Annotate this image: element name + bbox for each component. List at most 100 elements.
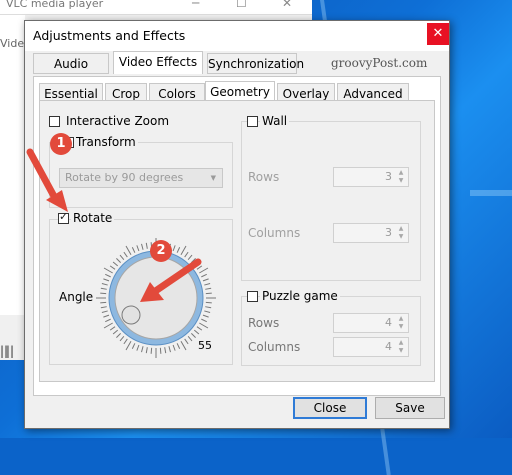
wall-rows-label: Rows: [248, 170, 280, 184]
dial-tick: [101, 283, 108, 286]
puzzle-rows-value: 4: [385, 316, 392, 329]
dial-tick: [125, 341, 132, 351]
dial-tick: [199, 267, 209, 274]
dial-tick: [193, 261, 200, 267]
dial-tick: [180, 245, 187, 255]
dial-tick: [202, 314, 209, 318]
dial-tick: [123, 251, 128, 258]
puzzle-columns-spinbox[interactable]: 4 ▲ ▼: [333, 337, 409, 357]
rotate-label: Rotate: [71, 211, 115, 225]
dial-tick: [196, 326, 203, 331]
angle-label: Angle: [59, 290, 94, 304]
dialog-titlebar: Adjustments and Effects ✕: [25, 21, 449, 51]
dial-tick: [145, 347, 148, 354]
dial-tick: [187, 254, 193, 261]
dial-tick: [112, 261, 119, 267]
dial-tick: [105, 273, 111, 278]
dialog-title: Adjustments and Effects: [33, 28, 186, 43]
spin-arrows-icon[interactable]: ▲ ▼: [396, 169, 406, 185]
close-icon[interactable]: ✕: [427, 23, 449, 45]
dial-tick: [196, 265, 203, 270]
dial-tick: [100, 301, 107, 304]
wall-group: [241, 121, 421, 281]
save-button[interactable]: Save: [375, 397, 445, 419]
adjustments-dialog: Adjustments and Effects ✕ Audio Effects …: [24, 20, 450, 429]
dial-tick: [100, 287, 107, 290]
dial-tick: [204, 283, 211, 286]
minimize-icon[interactable]: ─: [192, 0, 199, 10]
dial-tick: [145, 242, 148, 249]
dial-tick: [184, 338, 189, 345]
dial-tick: [168, 346, 171, 353]
dial-tick: [150, 347, 153, 354]
dial-tick: [202, 278, 209, 282]
dial-knob: [114, 256, 198, 340]
rotate-checkbox[interactable]: [58, 210, 69, 224]
tab-synchronization[interactable]: Synchronization: [207, 53, 304, 74]
light-ray: [470, 190, 512, 196]
puzzle-game-checkbox[interactable]: [247, 291, 258, 302]
close-icon[interactable]: ✕: [282, 0, 292, 10]
dial-tick: [205, 301, 212, 304]
callout-badge-2: 2: [150, 240, 172, 262]
dial-tick: [187, 335, 193, 342]
wall-checkbox[interactable]: [247, 116, 258, 127]
dial-tick: [205, 306, 212, 309]
dial-tick: [101, 310, 108, 313]
puzzle-rows-spinbox[interactable]: 4 ▲ ▼: [333, 313, 409, 333]
chevron-down-icon: ▼: [210, 174, 216, 182]
spin-arrows-icon[interactable]: ▲ ▼: [396, 339, 406, 355]
equalizer-icon[interactable]: |‖|: [0, 344, 14, 358]
puzzle-rows-label: Rows: [248, 316, 280, 330]
vlc-titlebar: VLC media player ─ ☐ ✕: [0, 0, 312, 15]
vlc-video-area: Video: [0, 15, 31, 315]
dial-tick: [103, 278, 110, 282]
tab-video-effects[interactable]: Video Effects: [113, 51, 203, 74]
vlc-window-title: VLC media player: [6, 0, 104, 10]
dial-tick: [123, 338, 128, 345]
dial-tick: [141, 243, 144, 250]
dial-tick: [105, 318, 111, 323]
dial-tick: [205, 292, 212, 295]
dial-tick: [141, 346, 144, 353]
wall-columns-spinbox[interactable]: 3 ▲ ▼: [333, 223, 409, 243]
angle-value: 55: [198, 339, 212, 352]
wall-columns-label: Columns: [248, 226, 301, 240]
dial-tick: [201, 318, 207, 323]
spin-arrows-icon[interactable]: ▲ ▼: [396, 225, 406, 241]
dial-tick: [191, 258, 196, 263]
dial-tick: [204, 310, 211, 313]
spin-arrows-icon[interactable]: ▲ ▼: [396, 315, 406, 331]
dial-handle[interactable]: [121, 305, 141, 325]
puzzle-columns-value: 4: [385, 340, 392, 353]
dial-tick: [131, 343, 136, 349]
maximize-icon[interactable]: ☐: [236, 0, 247, 10]
tab-audio-effects[interactable]: Audio Effects: [33, 53, 109, 92]
dial-tick: [100, 292, 107, 295]
puzzle-game-label: Puzzle game: [260, 289, 340, 303]
dial-tick: [136, 344, 140, 351]
dial-tick: [193, 329, 200, 335]
dial-tick: [176, 343, 181, 349]
wall-rows-spinbox[interactable]: 3 ▲ ▼: [333, 167, 409, 187]
transform-dropdown[interactable]: Rotate by 90 degrees ▼: [59, 168, 223, 188]
wall-columns-value: 3: [385, 226, 392, 239]
dial-tick: [103, 267, 113, 274]
wall-label: Wall: [260, 114, 290, 128]
dial-tick: [119, 335, 125, 342]
dial-tick: [100, 306, 107, 309]
dial-tick: [136, 245, 140, 252]
dial-tick: [184, 251, 189, 258]
callout-badge-1: 1: [50, 133, 72, 155]
dial-tick: [116, 258, 121, 263]
interactive-zoom-checkbox[interactable]: [49, 116, 60, 127]
dial-tick: [131, 247, 136, 253]
dial-tick: [112, 329, 119, 335]
close-button[interactable]: Close: [293, 397, 367, 419]
dial-tick: [164, 347, 167, 354]
dial-tick: [103, 322, 113, 329]
dial-tick: [159, 347, 162, 354]
dial-tick: [201, 273, 207, 278]
interactive-zoom-label: Interactive Zoom: [66, 114, 170, 128]
dial-tick: [119, 254, 125, 261]
